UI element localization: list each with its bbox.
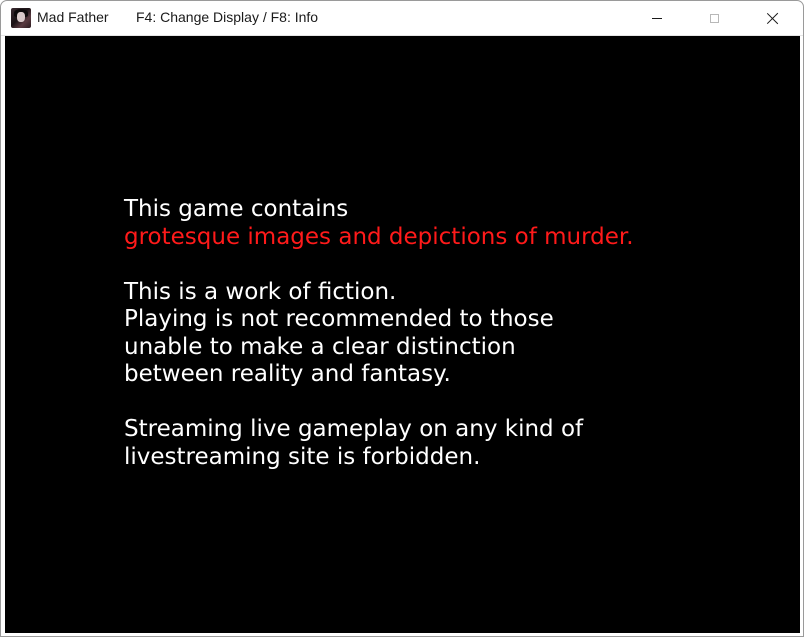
close-button[interactable] [745,0,801,36]
warning-line-2-highlight: grotesque images and depictions of murde… [124,223,634,250]
warning-line-1: This game contains [124,196,349,222]
warning-line-3: This is a work of fiction. [124,278,397,305]
maximize-button[interactable] [686,0,742,36]
warning-line-8: livestreaming site is forbidden. [124,443,481,470]
warning-line-6: between reality and fantasy. [124,361,451,387]
minimize-button[interactable] [629,0,685,36]
warning-line-7: Streaming live gameplay on any kind of [124,416,584,442]
game-window: Mad Father F4: Change Display / F8: Info… [0,0,804,637]
game-screen[interactable]: This game contains grotesque images and … [5,36,800,633]
minimize-icon [652,17,662,19]
title-key-hint: F4: Change Display / F8: Info [136,9,319,25]
icon-face [17,12,25,22]
warning-spacer [124,251,634,279]
window-title: Mad Father [37,9,109,25]
warning-spacer [124,389,634,417]
warning-line-5: unable to make a clear distinction [124,333,516,360]
mad-father-app-icon[interactable] [11,8,31,28]
close-icon [767,12,779,24]
content-warning: This game contains grotesque images and … [124,196,634,471]
title-bar[interactable]: Mad Father F4: Change Display / F8: Info [0,0,804,36]
maximize-icon [709,13,719,23]
warning-line-4: Playing is not recommended to those [124,306,554,332]
